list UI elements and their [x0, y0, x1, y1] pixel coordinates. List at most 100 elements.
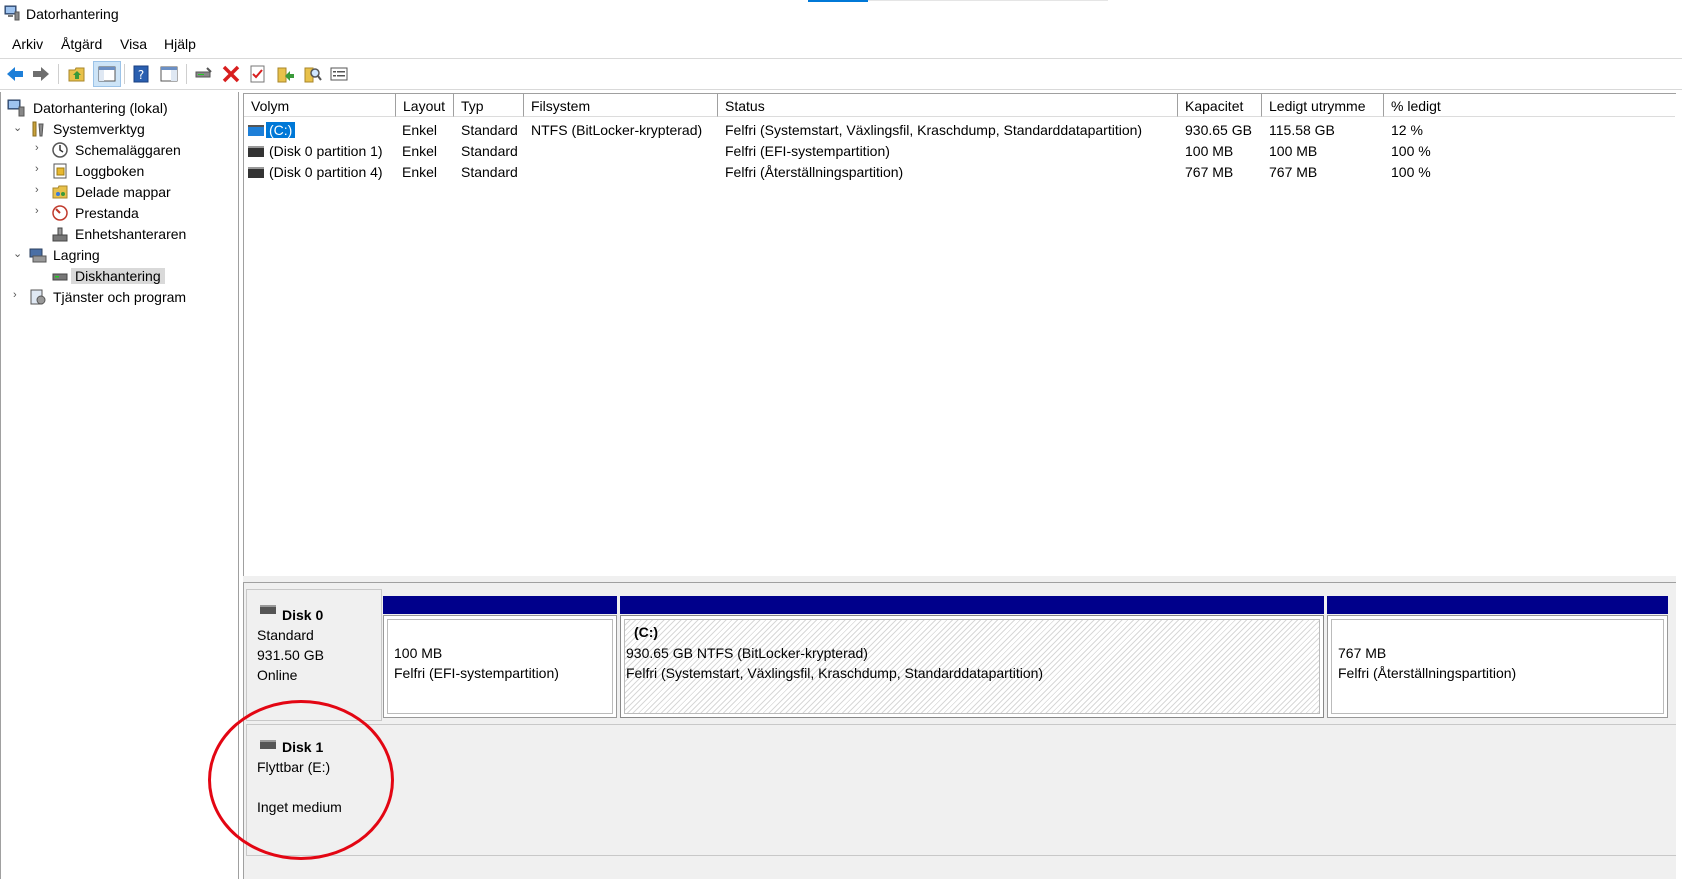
- window-title: Datorhantering: [26, 6, 119, 22]
- cell-procent: 100 %: [1391, 143, 1431, 159]
- column-label: % ledigt: [1391, 98, 1441, 114]
- partition-inner: 767 MB Felfri (Återställningspartition): [1331, 619, 1664, 714]
- export-icon[interactable]: [275, 64, 295, 84]
- device-manager-icon: [52, 227, 68, 242]
- chevron-right-icon[interactable]: ›: [35, 163, 45, 175]
- partition-inner: 100 MB Felfri (EFI-systempartition): [387, 619, 613, 714]
- help-icon[interactable]: ?: [131, 64, 151, 84]
- back-arrow-icon[interactable]: [5, 64, 25, 84]
- partition-inner: (C:) 930.65 GB NTFS (BitLocker-krypterad…: [624, 619, 1320, 714]
- navigation-tree: Datorhantering (lokal) ⌄ Systemverktyg ›…: [0, 92, 239, 879]
- search-icon[interactable]: [302, 64, 322, 84]
- partition-bar: [620, 596, 1324, 614]
- partition-recovery[interactable]: 767 MB Felfri (Återställningspartition): [1327, 615, 1668, 718]
- column-label: Volym: [251, 98, 290, 114]
- tree-label: Loggboken: [75, 163, 145, 179]
- clock-icon: [52, 142, 68, 158]
- chevron-right-icon[interactable]: ›: [35, 142, 45, 154]
- column-label: Typ: [461, 98, 484, 114]
- cell-layout: Enkel: [402, 164, 438, 180]
- partition-status: Felfri (Återställningspartition): [1338, 665, 1517, 681]
- cell-ledigt: 115.58 GB: [1269, 122, 1335, 138]
- performance-icon: [52, 205, 68, 221]
- volume-list: Volym Layout Typ Filsystem Status Kapaci…: [243, 93, 1677, 577]
- chevron-down-icon[interactable]: ⌄: [13, 121, 23, 134]
- column-header-procent-ledigt[interactable]: % ledigt: [1384, 94, 1675, 117]
- svg-text:?: ?: [138, 68, 144, 82]
- tree-label: Enhetshanteraren: [75, 226, 187, 242]
- partition-status: Felfri (Systemstart, Växlingsfil, Krasch…: [626, 665, 1044, 681]
- show-hide-tree-button[interactable]: [93, 61, 121, 87]
- details-icon[interactable]: [329, 64, 349, 84]
- column-header-filsystem[interactable]: Filsystem: [524, 94, 718, 117]
- partition-size: 100 MB: [394, 645, 443, 661]
- partition-bar: [1327, 596, 1668, 614]
- tree-label: Tjänster och program: [53, 289, 187, 305]
- chevron-right-icon[interactable]: ›: [35, 184, 45, 196]
- cell-ledigt: 767 MB: [1269, 164, 1318, 180]
- column-label: Status: [725, 98, 765, 114]
- table-row[interactable]: (Disk 0 partition 1) Enkel Standard Felf…: [244, 142, 1674, 162]
- column-header-ledigt-utrymme[interactable]: Ledigt utrymme: [1262, 94, 1384, 117]
- partition-size: 767 MB: [1338, 645, 1387, 661]
- chevron-right-icon[interactable]: ›: [13, 289, 23, 301]
- tools-icon: [32, 121, 44, 137]
- table-row[interactable]: (C:) Enkel Standard NTFS (BitLocker-kryp…: [244, 121, 1674, 141]
- cell-layout: Enkel: [402, 143, 438, 159]
- disk-management-icon: [52, 273, 68, 281]
- cell-volym: (Disk 0 partition 1): [269, 143, 383, 159]
- event-log-icon: [53, 163, 67, 179]
- disk1-partition-area[interactable]: [381, 724, 1678, 856]
- cell-status: Felfri (EFI-systempartition): [725, 143, 890, 159]
- column-header-status[interactable]: Status: [718, 94, 1178, 117]
- disk0-state: Online: [257, 667, 298, 683]
- title-accent-line: [808, 0, 868, 2]
- computer-management-icon: [4, 5, 20, 21]
- pane-splitter[interactable]: [243, 576, 1677, 583]
- disk0-name: Disk 0: [282, 607, 324, 623]
- column-header-typ[interactable]: Typ: [454, 94, 524, 117]
- computer-management-icon: [7, 99, 25, 117]
- tree-label: Schemaläggaren: [75, 142, 181, 158]
- menu-visa[interactable]: Visa: [120, 36, 147, 52]
- tree-label: Delade mappar: [75, 184, 171, 200]
- partition-c[interactable]: (C:) 930.65 GB NTFS (BitLocker-krypterad…: [620, 615, 1324, 718]
- title-divider: [868, 0, 1108, 1]
- menu-atgard[interactable]: Åtgärd: [61, 36, 102, 52]
- cell-procent: 12 %: [1391, 122, 1423, 138]
- cell-kapacitet: 767 MB: [1185, 164, 1234, 180]
- cell-typ: Standard: [461, 122, 518, 138]
- connect-icon[interactable]: [193, 64, 213, 84]
- cell-filsystem: NTFS (BitLocker-krypterad): [531, 122, 703, 138]
- disk0-type: Standard: [257, 627, 314, 643]
- chevron-right-icon[interactable]: ›: [35, 205, 45, 217]
- up-folder-icon[interactable]: [67, 64, 87, 84]
- services-icon: [30, 289, 46, 305]
- properties-icon[interactable]: [248, 64, 268, 84]
- partition-bar: [383, 596, 617, 614]
- cell-volym: (Disk 0 partition 4): [269, 164, 383, 180]
- partition-efi[interactable]: 100 MB Felfri (EFI-systempartition): [383, 615, 617, 718]
- partition-status: Felfri (EFI-systempartition): [394, 665, 559, 681]
- title-bar: Datorhantering: [0, 0, 1682, 28]
- annotation-circle: [208, 700, 394, 860]
- drive-icon: [248, 167, 264, 178]
- menu-arkiv[interactable]: Arkiv: [12, 36, 43, 52]
- console-tree-icon[interactable]: [159, 64, 179, 84]
- column-header-layout[interactable]: Layout: [396, 94, 454, 117]
- column-header-volym[interactable]: Volym: [244, 94, 396, 117]
- chevron-down-icon[interactable]: ⌄: [13, 247, 23, 260]
- drive-icon: [248, 146, 264, 157]
- tree-label: Prestanda: [75, 205, 139, 221]
- delete-icon[interactable]: [221, 64, 241, 84]
- column-header-kapacitet[interactable]: Kapacitet: [1178, 94, 1262, 117]
- table-row[interactable]: (Disk 0 partition 4) Enkel Standard Felf…: [244, 163, 1674, 183]
- cell-layout: Enkel: [402, 122, 438, 138]
- tree-label: Diskhantering: [71, 268, 165, 284]
- menu-hjalp[interactable]: Hjälp: [164, 36, 196, 52]
- show-hide-tree-icon: [98, 66, 116, 82]
- right-edge: [1676, 93, 1682, 879]
- column-label: Filsystem: [531, 98, 591, 114]
- forward-arrow-icon[interactable]: [31, 64, 51, 84]
- toolbar: ?: [0, 58, 1682, 90]
